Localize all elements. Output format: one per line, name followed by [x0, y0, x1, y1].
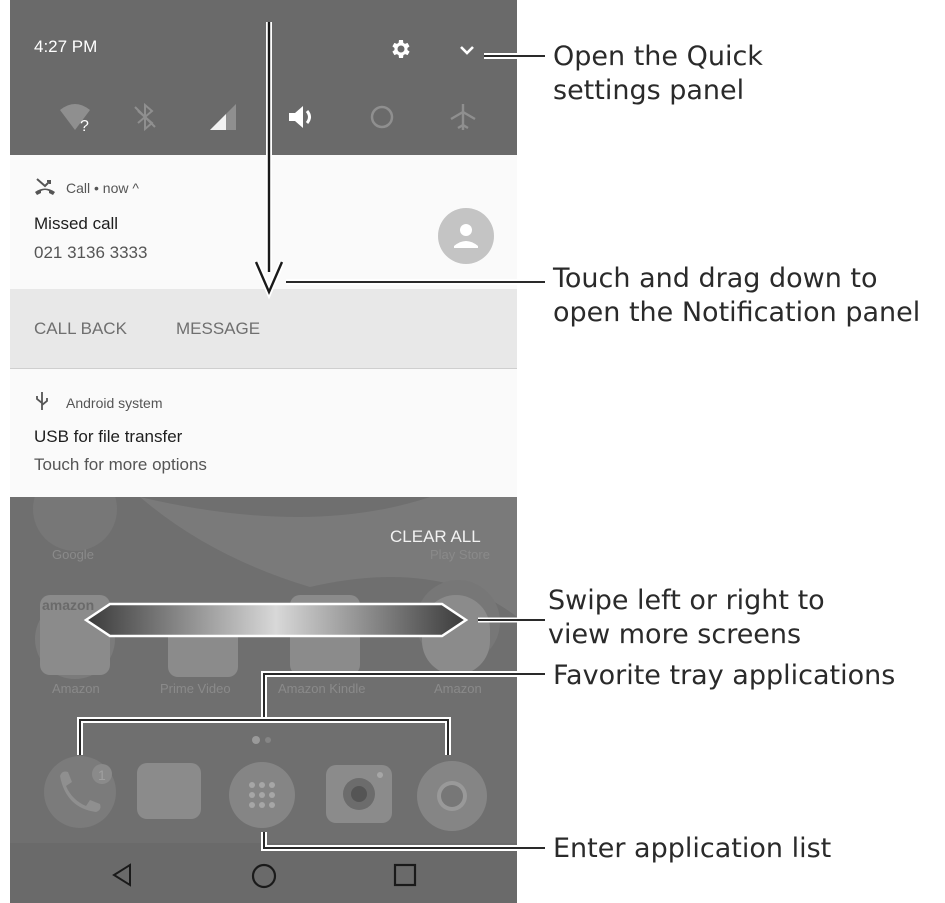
annotation-line: open the Notification panel — [553, 297, 921, 328]
annotation-line: Swipe left or right to — [548, 585, 825, 616]
favorite-tray-annotation: Favorite tray applications — [553, 660, 896, 691]
annotation-line: view more screens — [548, 619, 802, 650]
app-list-callout-line — [261, 832, 545, 851]
notification-panel-annotation: Touch and drag down to open the Notifica… — [553, 262, 920, 330]
app-list-annotation: Enter application list — [553, 833, 832, 864]
annotation-line: settings panel — [553, 75, 745, 106]
annotation-line: Touch and drag down to — [553, 263, 878, 294]
swipe-annotation: Swipe left or right to view more screens — [548, 584, 825, 652]
callout-lines — [77, 22, 545, 851]
swipe-double-arrow — [83, 602, 469, 638]
drag-down-arrow — [253, 22, 285, 300]
favorite-tray-bracket — [77, 671, 545, 755]
quick-settings-annotation: Open the Quick settings panel — [553, 40, 763, 108]
annotation-line: Open the Quick — [553, 41, 763, 72]
